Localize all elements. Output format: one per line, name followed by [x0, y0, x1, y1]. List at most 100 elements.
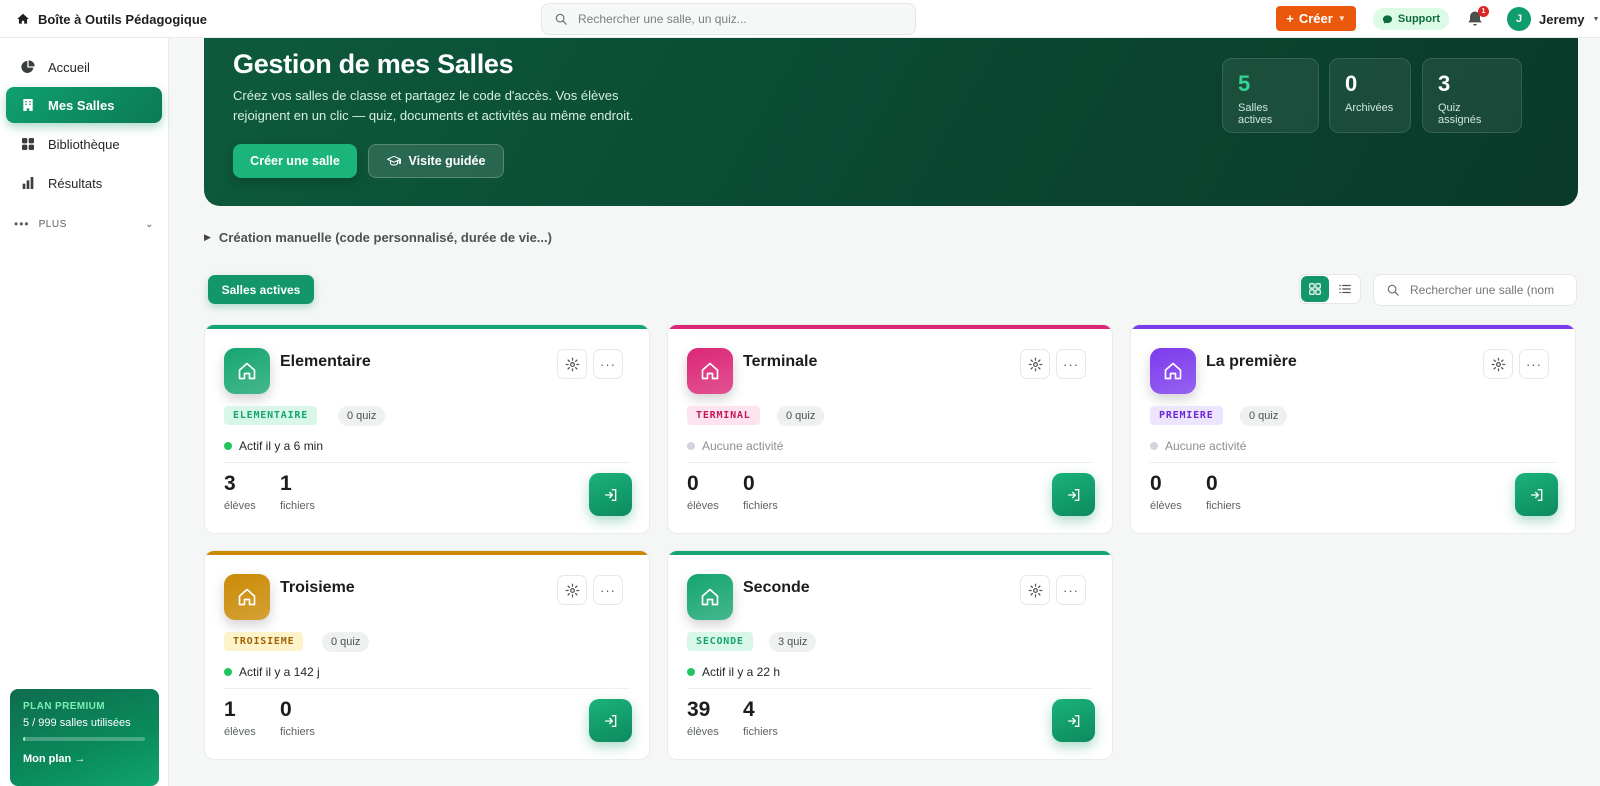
ellipsis-icon: ··· [1526, 356, 1542, 372]
students-count: 0 [1150, 472, 1162, 495]
stat-archived: 0 Archivées [1329, 58, 1411, 133]
room-more-button[interactable]: ··· [593, 349, 623, 379]
room-settings-button[interactable] [557, 575, 587, 605]
sidebar-more-toggle[interactable]: ••• PLUS ⌄ [14, 214, 154, 234]
stat-value: 0 [1345, 71, 1358, 96]
room-icon [224, 574, 270, 620]
enter-room-button[interactable] [589, 699, 632, 742]
room-settings-button[interactable] [1483, 349, 1513, 379]
activity-text: Actif il y a 6 min [239, 439, 324, 453]
sidebar-item-label: Mes Salles [48, 97, 115, 113]
enter-room-button[interactable] [1052, 473, 1095, 516]
room-card[interactable]: Seconde ··· SECONDE 3 quiz Actif il y a … [667, 550, 1113, 760]
stat-label: Salles actives [1238, 102, 1273, 126]
global-search[interactable] [541, 3, 916, 35]
sidebar-item-mes-salles[interactable]: Mes Salles [6, 87, 162, 123]
create-button[interactable]: + Créer ▼ [1276, 6, 1356, 31]
bar-chart-icon [22, 177, 34, 189]
room-settings-button[interactable] [557, 349, 587, 379]
room-code-badge[interactable]: TERMINAL [687, 406, 760, 425]
room-more-button[interactable]: ··· [1056, 349, 1086, 379]
grid-view-icon [1309, 283, 1321, 295]
house-icon [238, 588, 256, 606]
home-icon [17, 13, 29, 24]
quiz-count-badge: 0 quiz [777, 406, 825, 426]
room-code-badge[interactable]: ELEMENTAIRE [224, 406, 318, 425]
room-card[interactable]: Elementaire ··· ELEMENTAIRE 0 quiz Actif… [204, 324, 650, 534]
room-more-button[interactable]: ··· [593, 575, 623, 605]
my-plan-link[interactable]: Mon plan → [23, 753, 146, 765]
view-toggle [1299, 274, 1361, 304]
sidebar-item-accueil[interactable]: Accueil [6, 49, 162, 85]
user-menu[interactable]: J Jeremy ▼ [1507, 6, 1599, 32]
support-button[interactable]: Support [1373, 8, 1449, 30]
card-accent-stripe [668, 325, 1112, 329]
students-label: élèves [224, 726, 256, 738]
room-icon [224, 348, 270, 394]
chevron-down-icon: ⌄ [145, 218, 154, 230]
house-icon [238, 362, 256, 380]
enter-room-button[interactable] [589, 473, 632, 516]
guided-tour-button[interactable]: Visite guidée [368, 144, 504, 178]
files-count: 0 [743, 472, 755, 495]
app-title: Boîte à Outils Pédagogique [38, 11, 208, 27]
status-dot [687, 668, 695, 676]
chevron-down-icon: ▼ [1592, 15, 1600, 23]
ellipsis-icon: ··· [1063, 356, 1079, 372]
tab-active-rooms[interactable]: Salles actives [208, 275, 314, 304]
room-activity: Actif il y a 6 min [224, 439, 323, 453]
room-activity: Actif il y a 22 h [687, 665, 780, 679]
students-count: 3 [224, 472, 236, 495]
room-icon [687, 348, 733, 394]
sidebar-item-resultats[interactable]: Résultats [6, 165, 162, 201]
room-settings-button[interactable] [1020, 575, 1050, 605]
pie-chart-icon [21, 60, 35, 73]
chat-bubble-icon [1382, 14, 1392, 24]
room-card[interactable]: Terminale ··· TERMINAL 0 quiz Aucune act… [667, 324, 1113, 534]
enter-room-button[interactable] [1515, 473, 1558, 516]
card-accent-stripe [668, 551, 1112, 555]
global-search-input[interactable] [578, 12, 898, 26]
room-settings-button[interactable] [1020, 349, 1050, 379]
grid-icon [22, 138, 34, 150]
room-code-badge[interactable]: PREMIERE [1150, 406, 1223, 425]
enter-room-button[interactable] [1052, 699, 1095, 742]
room-more-button[interactable]: ··· [1056, 575, 1086, 605]
grid-view-button[interactable] [1301, 276, 1329, 302]
sidebar-item-label: Résultats [48, 175, 103, 191]
building-icon [23, 99, 33, 111]
room-icon [687, 574, 733, 620]
activity-text: Aucune activité [1165, 439, 1247, 453]
list-view-button[interactable] [1331, 276, 1359, 302]
room-card[interactable]: Troisieme ··· TROISIEME 0 quiz Actif il … [204, 550, 650, 760]
plan-title: PLAN PREMIUM [23, 701, 106, 712]
room-search[interactable] [1373, 274, 1577, 306]
stat-label: Archivées [1345, 102, 1394, 114]
room-card[interactable]: La première ··· PREMIERE 0 quiz Aucune a… [1130, 324, 1576, 534]
list-view-icon [1339, 284, 1351, 294]
room-code-badge[interactable]: TROISIEME [224, 632, 304, 651]
gear-icon [1028, 357, 1042, 371]
chevron-down-icon: ▼ [1337, 14, 1346, 23]
files-count: 1 [280, 472, 292, 495]
house-icon [701, 588, 719, 606]
room-more-button[interactable]: ··· [1519, 349, 1549, 379]
activity-text: Aucune activité [702, 439, 784, 453]
app-brand[interactable]: Boîte à Outils Pédagogique [16, 0, 207, 38]
enter-icon [604, 714, 616, 727]
sidebar-item-bibliotheque[interactable]: Bibliothèque [6, 126, 162, 162]
gear-icon [1491, 357, 1505, 371]
quiz-count-badge: 3 quiz [769, 632, 817, 652]
sidebar-item-label: Bibliothèque [48, 136, 120, 152]
status-dot [1150, 442, 1158, 450]
card-accent-stripe [205, 551, 649, 555]
manual-creation-toggle[interactable]: ▶ Création manuelle (code personnalisé, … [204, 230, 552, 245]
stat-active-rooms: 5 Salles actives [1222, 58, 1319, 133]
room-search-input[interactable] [1410, 283, 1570, 297]
room-code-badge[interactable]: SECONDE [687, 632, 753, 651]
create-room-button[interactable]: Créer une salle [233, 144, 357, 178]
files-label: fichiers [743, 726, 778, 738]
gear-icon [1028, 583, 1042, 597]
activity-text: Actif il y a 142 j [239, 665, 320, 679]
status-dot [224, 668, 232, 676]
